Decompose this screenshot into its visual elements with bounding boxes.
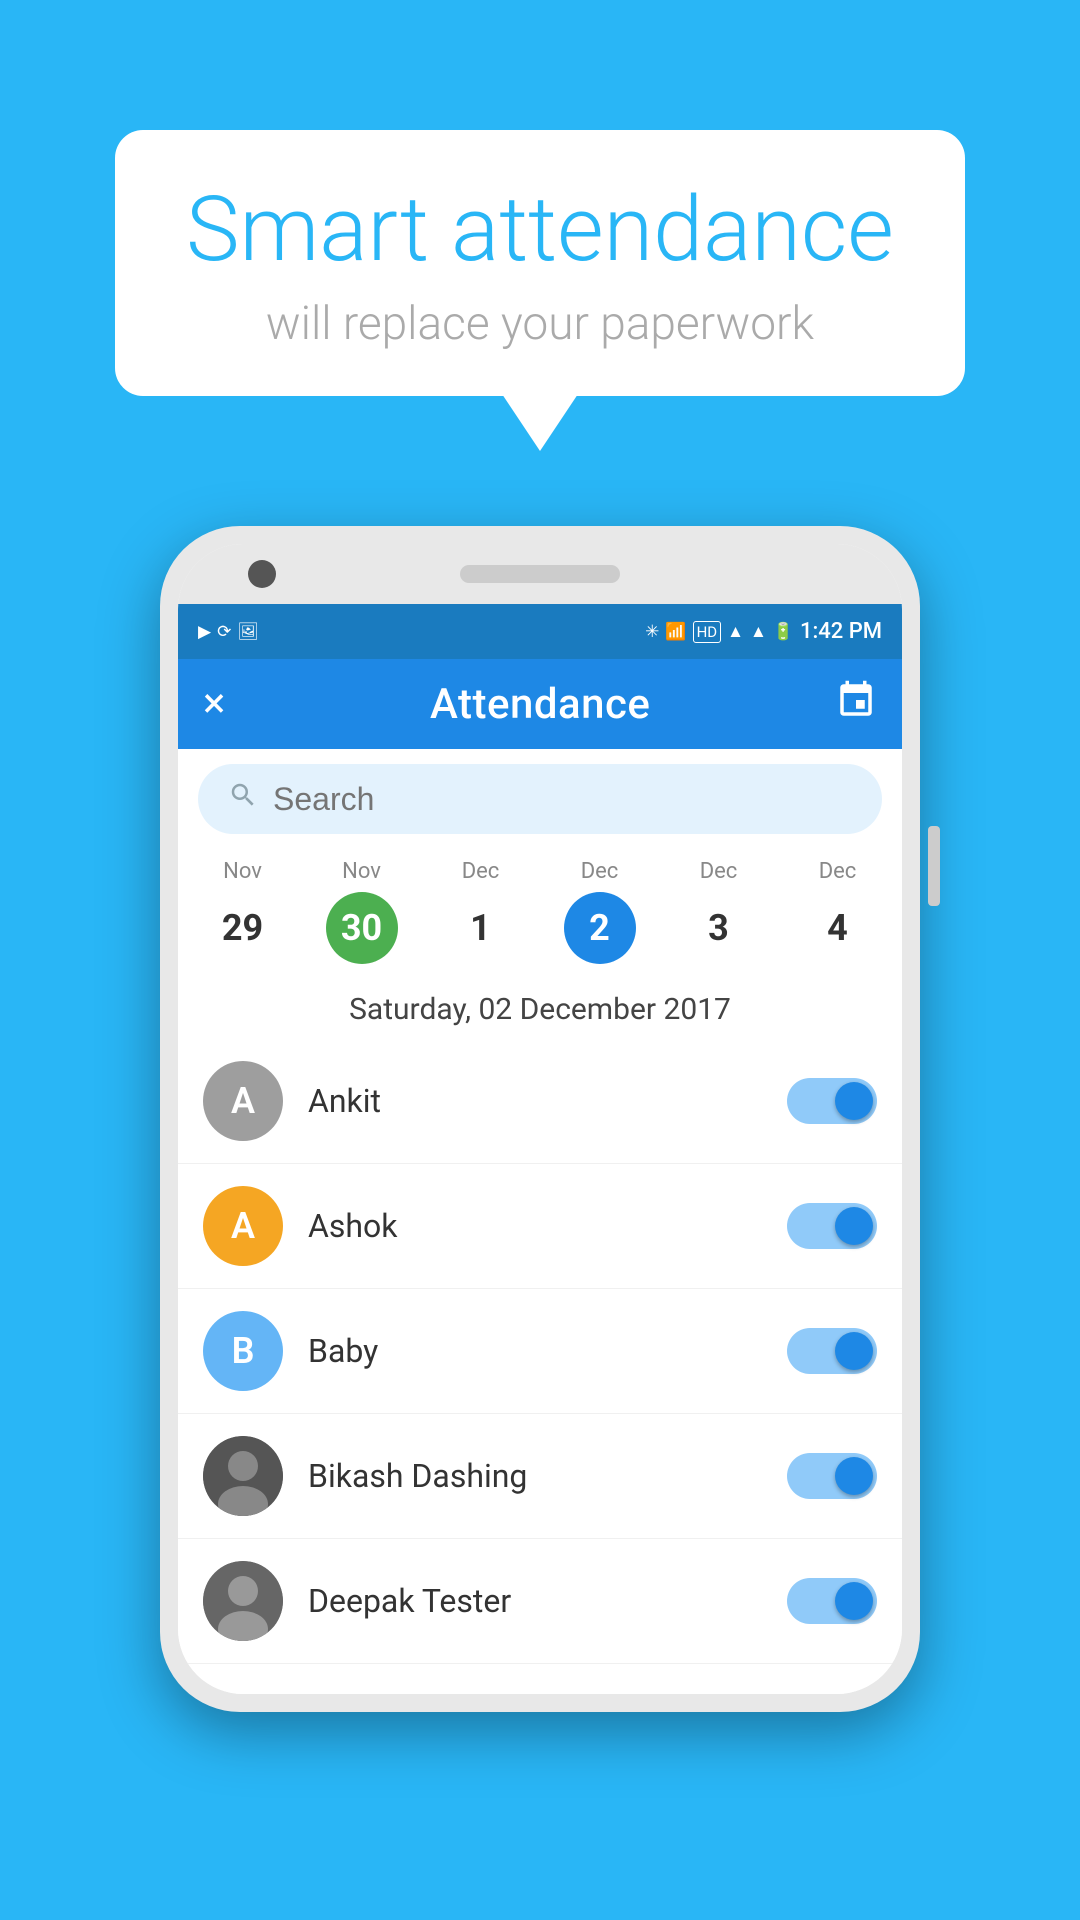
toggle-ashok[interactable] bbox=[787, 1203, 877, 1249]
student-name-ankit: Ankit bbox=[308, 1082, 762, 1120]
phone-bezel-top bbox=[178, 544, 902, 604]
status-icons-right: ✳ 📶 HD ▲ ▲ 🔋 1:42 PM bbox=[645, 619, 882, 644]
toolbar-title: Attendance bbox=[245, 680, 835, 729]
bubble-heading: Smart attendance bbox=[185, 180, 895, 279]
icon-image: 🖼 bbox=[237, 622, 259, 642]
avatar-ankit: A bbox=[203, 1061, 283, 1141]
student-item-ankit: A Ankit bbox=[178, 1039, 902, 1164]
search-icon bbox=[228, 780, 258, 818]
student-name-deepak: Deepak Tester bbox=[308, 1582, 762, 1620]
bubble-subtext: will replace your paperwork bbox=[185, 297, 895, 351]
date-item-dec4[interactable]: Dec 4 bbox=[802, 859, 874, 964]
search-input[interactable] bbox=[273, 781, 852, 818]
speech-bubble: Smart attendance will replace your paper… bbox=[115, 130, 965, 396]
avatar-ashok: A bbox=[203, 1186, 283, 1266]
student-name-ashok: Ashok bbox=[308, 1207, 762, 1245]
student-name-bikash: Bikash Dashing bbox=[308, 1457, 762, 1495]
avatar-bikash bbox=[203, 1436, 283, 1516]
date-item-nov29[interactable]: Nov 29 bbox=[207, 859, 279, 964]
icon-wifi: ▲ bbox=[727, 622, 744, 642]
avatar-deepak bbox=[203, 1561, 283, 1641]
toggle-ankit[interactable] bbox=[787, 1078, 877, 1124]
student-item-deepak: Deepak Tester bbox=[178, 1539, 902, 1664]
avatar-baby: B bbox=[203, 1311, 283, 1391]
icon-play: ▶ bbox=[198, 622, 211, 642]
calendar-icon[interactable] bbox=[835, 679, 877, 730]
phone-bottom-clip bbox=[178, 1664, 902, 1694]
phone-mockup: ▶ ⟳ 🖼 ✳ 📶 HD ▲ ▲ 🔋 1:42 PM × Attendance bbox=[160, 526, 920, 1712]
phone-inner: ▶ ⟳ 🖼 ✳ 📶 HD ▲ ▲ 🔋 1:42 PM × Attendance bbox=[178, 544, 902, 1694]
app-toolbar: × Attendance bbox=[178, 659, 902, 749]
date-item-dec2[interactable]: Dec 2 bbox=[564, 859, 636, 964]
toggle-bikash[interactable] bbox=[787, 1453, 877, 1499]
student-name-baby: Baby bbox=[308, 1332, 762, 1370]
icon-signal2: ▲ bbox=[750, 622, 767, 642]
close-button[interactable]: × bbox=[203, 683, 225, 725]
student-item-bikash: Bikash Dashing bbox=[178, 1414, 902, 1539]
icon-sync: ⟳ bbox=[217, 622, 231, 642]
selected-date-label: Saturday, 02 December 2017 bbox=[178, 974, 902, 1039]
icon-battery: 🔋 bbox=[773, 622, 794, 642]
toggle-baby[interactable] bbox=[787, 1328, 877, 1374]
status-time: 1:42 PM bbox=[800, 619, 882, 644]
toggle-deepak[interactable] bbox=[787, 1578, 877, 1624]
phone-outer: ▶ ⟳ 🖼 ✳ 📶 HD ▲ ▲ 🔋 1:42 PM × Attendance bbox=[160, 526, 920, 1712]
icon-hd: HD bbox=[693, 621, 722, 643]
student-item-ashok: A Ashok bbox=[178, 1164, 902, 1289]
status-icons-left: ▶ ⟳ 🖼 bbox=[198, 622, 259, 642]
date-picker[interactable]: Nov 29 Nov 30 Dec 1 Dec 2 bbox=[178, 849, 902, 974]
student-list: A Ankit A Ashok bbox=[178, 1039, 902, 1664]
icon-bluetooth: ✳ bbox=[645, 622, 659, 642]
date-item-nov30[interactable]: Nov 30 bbox=[326, 859, 398, 964]
student-item-baby: B Baby bbox=[178, 1289, 902, 1414]
icon-signal: 📶 bbox=[665, 622, 686, 642]
camera bbox=[248, 560, 276, 588]
status-bar: ▶ ⟳ 🖼 ✳ 📶 HD ▲ ▲ 🔋 1:42 PM bbox=[178, 604, 902, 659]
search-bar[interactable] bbox=[198, 764, 882, 834]
date-item-dec1[interactable]: Dec 1 bbox=[445, 859, 517, 964]
speaker bbox=[460, 565, 620, 583]
date-item-dec3[interactable]: Dec 3 bbox=[683, 859, 755, 964]
phone-side-button bbox=[928, 826, 940, 906]
